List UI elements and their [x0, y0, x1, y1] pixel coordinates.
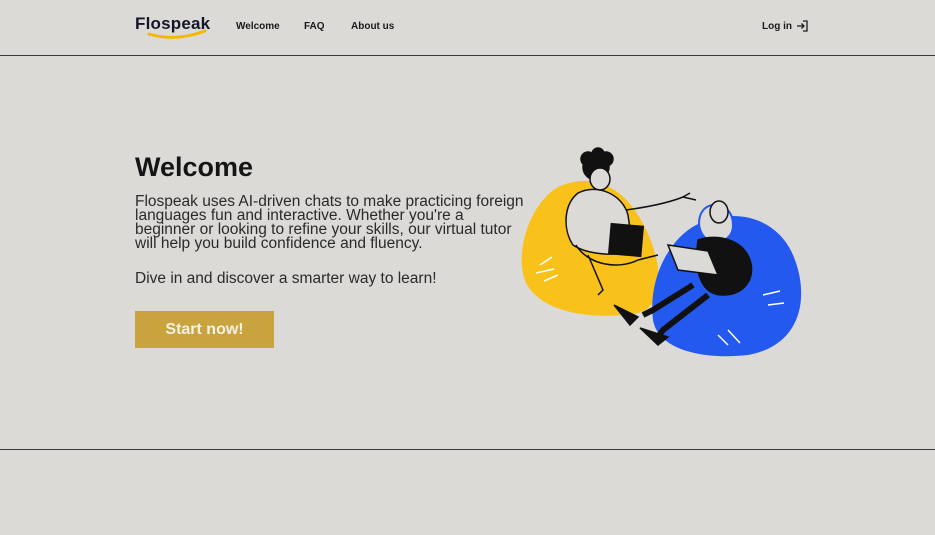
nav-welcome[interactable]: Welcome	[236, 21, 280, 32]
login-arrow-icon	[797, 20, 808, 32]
hero-description: Flospeak uses AI-driven chats to make pr…	[135, 193, 524, 252]
two-people-chatting-illustration	[521, 147, 802, 357]
hero-cta-text: Dive in and discover a smarter way to le…	[135, 270, 437, 287]
login-label: Log in	[762, 20, 792, 32]
nav-about-us[interactable]: About us	[351, 21, 394, 32]
start-now-button[interactable]: Start now!	[135, 311, 274, 348]
site-header: Flospeak Welcome FAQ About us Log in	[0, 0, 935, 56]
logo-swoosh-icon	[147, 29, 207, 39]
nav-faq[interactable]: FAQ	[304, 21, 325, 32]
footer-divider	[0, 449, 935, 450]
hero-title: Welcome	[135, 152, 254, 182]
login-link[interactable]: Log in	[762, 20, 808, 32]
